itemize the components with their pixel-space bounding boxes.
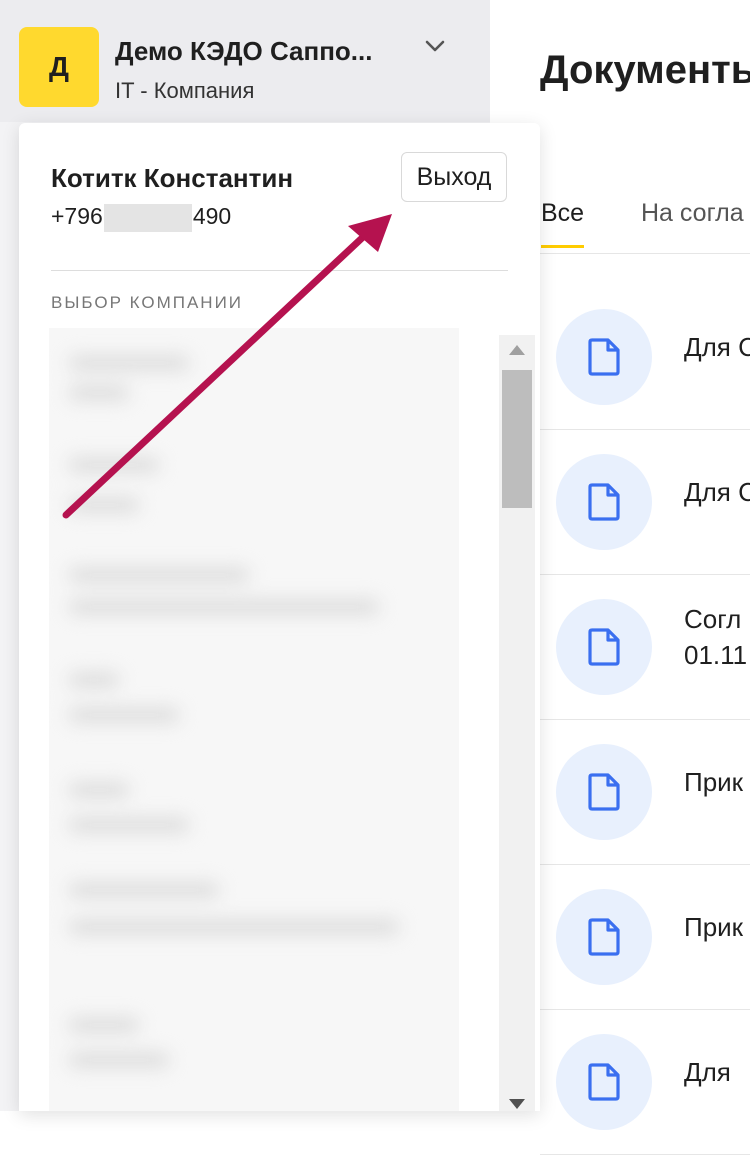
document-icon: [556, 599, 652, 695]
document-title: Для С: [684, 332, 750, 362]
document-title: Для С: [684, 477, 750, 507]
document-title: Прик: [684, 912, 744, 942]
company-type: IT - Компания: [115, 78, 255, 103]
documents-tabs: Все На согла: [530, 185, 750, 254]
logout-button[interactable]: Выход: [401, 152, 507, 202]
company-switcher[interactable]: Д Демо КЭДО Саппо... IT - Компания: [0, 0, 490, 122]
document-icon: [556, 1034, 652, 1130]
user-name: Котитк Константин: [51, 163, 294, 193]
phone-suffix: 490: [192, 203, 232, 229]
document-row[interactable]: Для С: [540, 285, 750, 430]
document-row[interactable]: Для С: [540, 430, 750, 575]
document-title: Для: [684, 1057, 731, 1087]
scroll-up-arrow-icon[interactable]: [509, 345, 525, 355]
document-row[interactable]: Прик: [540, 720, 750, 865]
company-avatar: Д: [19, 27, 99, 107]
company-select-label: ВЫБОР КОМПАНИИ: [51, 293, 244, 312]
user-phone: +796 490: [51, 203, 231, 232]
document-row[interactable]: Согл 01.11: [540, 575, 750, 720]
chevron-down-icon[interactable]: [425, 40, 445, 54]
tab-all[interactable]: Все: [541, 199, 585, 248]
scroll-down-arrow-icon[interactable]: [509, 1099, 525, 1109]
page-title: Документы: [540, 48, 750, 92]
document-icon: [556, 454, 652, 550]
document-icon: [556, 744, 652, 840]
document-icon: [556, 889, 652, 985]
document-row[interactable]: Для: [540, 1010, 750, 1155]
document-title: Согл 01.11: [684, 604, 748, 670]
company-list-blurred[interactable]: [49, 328, 459, 1111]
phone-redaction: [103, 203, 192, 232]
scrollbar[interactable]: [499, 335, 535, 1111]
phone-prefix: +796: [51, 203, 103, 229]
document-icon: [556, 309, 652, 405]
blurred-content: [49, 328, 459, 1111]
document-list: Для С Для С Согл 01.11 Прик Прик Для: [540, 285, 750, 1155]
user-menu-popup: Котитк Константин +796 490 Выход ВЫБОР КО…: [19, 123, 540, 1111]
divider: [51, 270, 508, 271]
document-title: Прик: [684, 767, 744, 797]
tab-on-approval[interactable]: На согла: [641, 199, 744, 228]
company-name: Демо КЭДО Саппо...: [115, 36, 373, 66]
scrollbar-thumb[interactable]: [502, 370, 532, 508]
document-row[interactable]: Прик: [540, 865, 750, 1010]
